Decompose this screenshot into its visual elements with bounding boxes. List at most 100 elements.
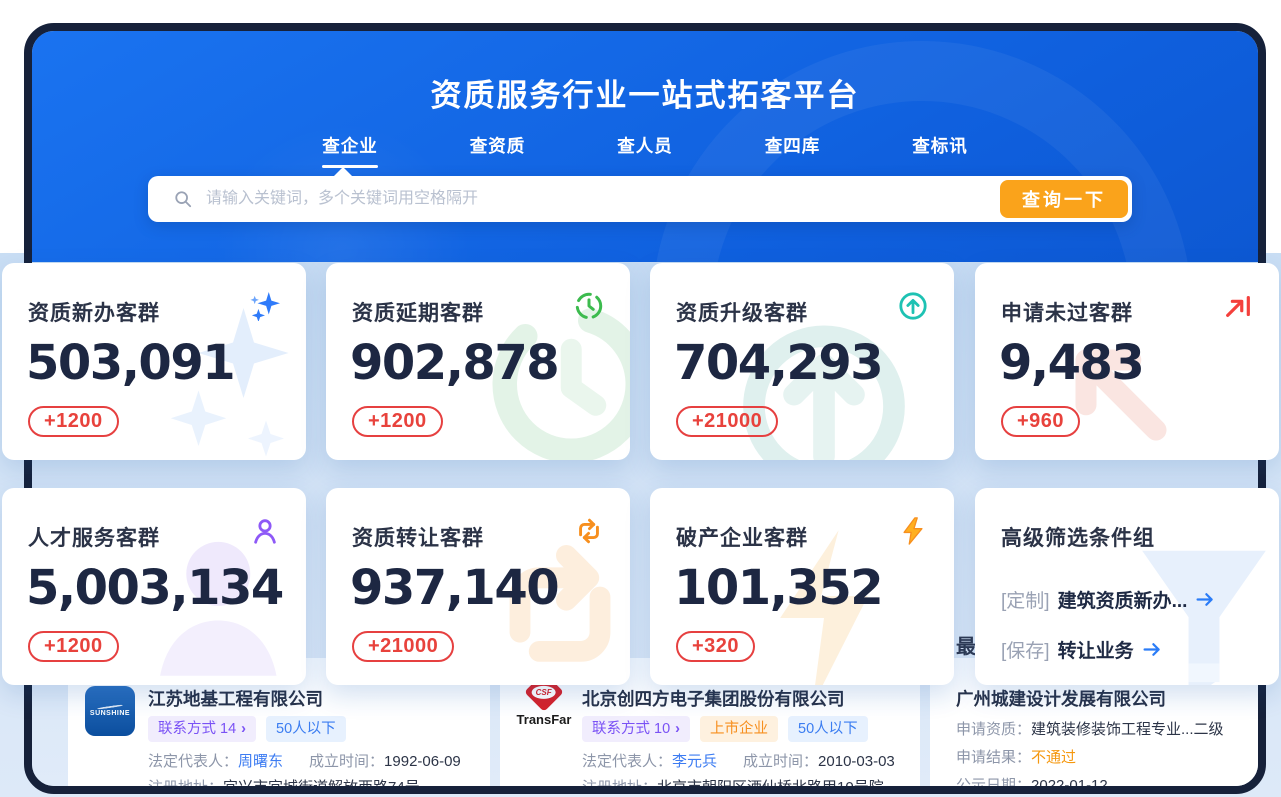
legal-rep-name[interactable]: 周曙东 <box>238 753 283 770</box>
stat-card-renewal[interactable]: 资质延期客群 902,878 +1200 <box>326 263 630 460</box>
company-logo-text: SUNSHINE <box>90 710 130 717</box>
stat-card-badge: +21000 <box>352 631 454 662</box>
publish-date-row: 公示日期：2022-01-12 <box>956 774 1108 794</box>
company-name[interactable]: 北京创四方电子集团股份有限公司 <box>582 686 845 711</box>
founded-date: 1992-06-09 <box>384 753 461 770</box>
address-value: 北京市朝阳区酒仙桥北路甲10号院 <box>657 779 884 794</box>
contact-tag[interactable]: 联系方式 14 › <box>148 716 256 742</box>
stat-card-title: 资质延期客群 <box>352 297 484 327</box>
stat-card-title: 资质转让客群 <box>352 522 484 552</box>
search-button[interactable]: 查询一下 <box>1000 180 1128 218</box>
search-bar: 查询一下 <box>148 176 1132 222</box>
chevron-right-icon: › <box>241 721 246 737</box>
row-label: 申请结果： <box>956 749 1031 766</box>
lightning-icon <box>898 516 928 546</box>
founded-label: 成立时间： <box>309 753 384 770</box>
stat-card-title: 资质新办客群 <box>28 297 160 327</box>
company-logo: SUNSHINE <box>85 686 135 736</box>
filter-link-custom[interactable]: [定制] 建筑资质新办... <box>1001 586 1216 613</box>
company-address: 注册地址：北京市朝阳区酒仙桥北路甲10号院 <box>582 776 884 794</box>
listed-company-tag: 上市企业 <box>700 716 778 742</box>
stat-card-transfer[interactable]: 资质转让客群 937,140 +21000 <box>326 488 630 685</box>
page-title: 资质服务行业一站式拓客平台 <box>32 31 1258 115</box>
funnel-watermark <box>1124 543 1279 685</box>
stat-card-value: 937,140 <box>350 560 558 616</box>
stat-card-value: 704,293 <box>674 335 882 391</box>
company-name[interactable]: 江苏地基工程有限公司 <box>148 686 323 711</box>
renewal-clock-icon <box>574 291 604 321</box>
tab-four-libraries[interactable]: 查四库 <box>765 133 821 168</box>
row-value: 2022-01-12 <box>1031 777 1108 794</box>
stat-card-title: 申请未过客群 <box>1001 297 1133 327</box>
tab-companies[interactable]: 查企业 <box>322 133 378 168</box>
arrow-right-icon <box>1142 639 1163 660</box>
transfer-arrows-icon <box>574 516 604 546</box>
csf-logo-text: CSF <box>532 686 556 699</box>
apply-qualification-row: 申请资质：建筑装修装饰工程专业...二级 <box>956 718 1224 739</box>
legal-rep-name[interactable]: 李元兵 <box>672 753 717 770</box>
company-size-tag: 50人以下 <box>266 716 346 742</box>
tab-personnel[interactable]: 查人员 <box>617 133 673 168</box>
legal-rep-label: 法定代表人： <box>148 753 238 770</box>
result-value: 不通过 <box>1031 749 1076 766</box>
stat-card-upgrade[interactable]: 资质升级客群 704,293 +21000 <box>650 263 954 460</box>
stat-card-value: 5,003,134 <box>26 560 283 616</box>
chevron-right-icon: › <box>675 721 680 737</box>
company-address: 注册地址：宜兴市宜城街道解放西路74号 <box>148 776 420 794</box>
company-tags: 联系方式 14 › 50人以下 <box>148 716 346 742</box>
company-fields: 法定代表人：周曙东 成立时间：1992-06-09 <box>148 750 461 771</box>
header: 资质服务行业一站式拓客平台 查企业 查资质 查人员 查四库 查标讯 查询一下 <box>32 31 1258 262</box>
rejected-arrow-icon <box>1223 291 1253 321</box>
stat-card-title: 人才服务客群 <box>28 522 160 552</box>
stat-card-value: 902,878 <box>350 335 558 391</box>
tab-bid-news[interactable]: 查标讯 <box>912 133 968 168</box>
company-logo: CSF TransFar <box>514 678 574 727</box>
stat-card-badge: +960 <box>1001 406 1080 437</box>
search-input[interactable] <box>204 176 994 222</box>
sparkles-icon <box>250 291 280 321</box>
upgrade-arrow-icon <box>898 291 928 321</box>
filter-card-title: 高级筛选条件组 <box>1001 522 1155 552</box>
search-icon <box>174 190 192 208</box>
filter-link-prefix: [定制] <box>1001 586 1050 613</box>
address-label: 注册地址： <box>148 779 223 794</box>
contact-tag-label: 联系方式 10 <box>592 721 670 737</box>
stat-card-rejected[interactable]: 申请未过客群 9,483 +960 <box>975 263 1279 460</box>
founded-date: 2010-03-03 <box>818 753 895 770</box>
row-value: 建筑装修装饰工程专业...二级 <box>1031 721 1224 738</box>
filter-link-prefix: [保存] <box>1001 636 1050 663</box>
search-tabs: 查企业 查资质 查人员 查四库 查标讯 <box>32 133 1258 168</box>
filter-card[interactable]: 高级筛选条件组 [定制] 建筑资质新办... [保存] 转让业务 <box>975 488 1279 685</box>
person-icon <box>250 516 280 546</box>
stat-card-value: 503,091 <box>26 335 234 391</box>
company-tags: 联系方式 10 › 上市企业 50人以下 <box>582 716 868 742</box>
address-value: 宜兴市宜城街道解放西路74号 <box>223 779 420 794</box>
company-fields: 法定代表人：李元兵 成立时间：2010-03-03 <box>582 750 895 771</box>
contact-tag-label: 联系方式 14 <box>158 721 236 737</box>
company-name[interactable]: 广州城建设计发展有限公司 <box>956 686 1166 711</box>
stat-card-badge: +1200 <box>28 631 119 662</box>
stat-card-badge: +320 <box>676 631 755 662</box>
stat-card-title: 资质升级客群 <box>676 297 808 327</box>
page: 资质服务行业一站式拓客平台 查企业 查资质 查人员 查四库 查标讯 查询一下 S… <box>0 0 1281 797</box>
arrow-right-icon <box>1195 589 1216 610</box>
stat-card-talent[interactable]: 人才服务客群 5,003,134 +1200 <box>2 488 306 685</box>
contact-tag[interactable]: 联系方式 10 › <box>582 716 690 742</box>
filter-link-saved[interactable]: [保存] 转让业务 <box>1001 636 1163 663</box>
tab-qualifications[interactable]: 查资质 <box>470 133 526 168</box>
address-label: 注册地址： <box>582 779 657 794</box>
transfar-logo-text: TransFar <box>514 712 574 727</box>
filter-link-label: 建筑资质新办... <box>1058 586 1188 613</box>
stat-card-badge: +1200 <box>352 406 443 437</box>
filter-link-label: 转让业务 <box>1058 636 1134 663</box>
apply-result-row: 申请结果：不通过 <box>956 746 1076 767</box>
stat-card-title: 破产企业客群 <box>676 522 808 552</box>
stat-card-badge: +1200 <box>28 406 119 437</box>
company-size-tag: 50人以下 <box>788 716 868 742</box>
row-label: 申请资质： <box>956 721 1031 738</box>
stat-card-new-qualification[interactable]: 资质新办客群 503,091 +1200 <box>2 263 306 460</box>
legal-rep-label: 法定代表人： <box>582 753 672 770</box>
stat-card-value: 101,352 <box>674 560 882 616</box>
stat-card-bankrupt[interactable]: 破产企业客群 101,352 +320 <box>650 488 954 685</box>
founded-label: 成立时间： <box>743 753 818 770</box>
